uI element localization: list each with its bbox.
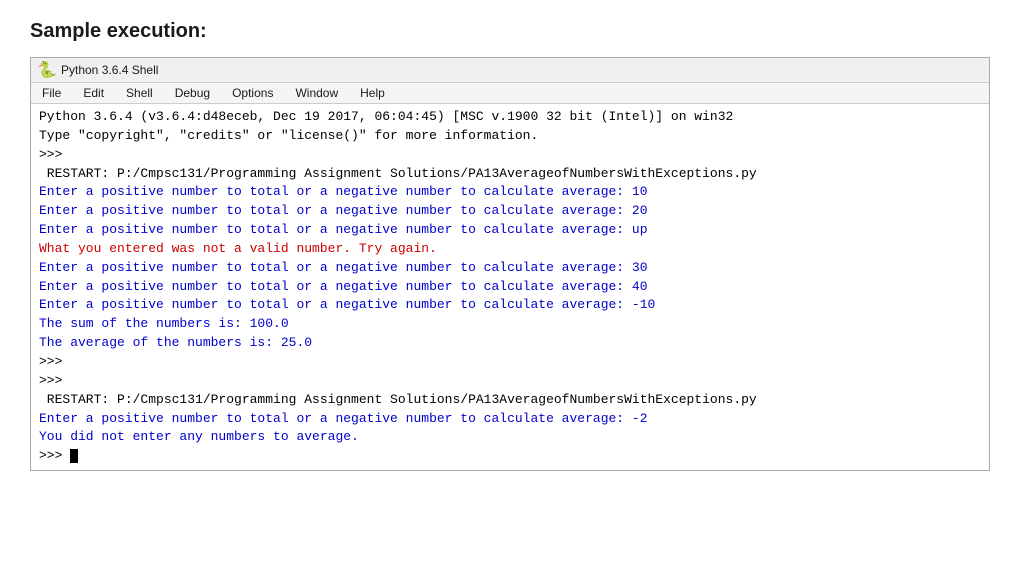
shell-line: Python 3.6.4 (v3.6.4:d48eceb, Dec 19 201… — [39, 108, 981, 127]
shell-line: Enter a positive number to total or a ne… — [39, 202, 981, 221]
shell-prompt: >>> — [39, 353, 981, 372]
menu-debug[interactable]: Debug — [172, 85, 213, 101]
shell-line: RESTART: P:/Cmpsc131/Programming Assignm… — [39, 391, 981, 410]
menu-window[interactable]: Window — [292, 85, 341, 101]
shell-line: The average of the numbers is: 25.0 — [39, 334, 981, 353]
menu-options[interactable]: Options — [229, 85, 276, 101]
menu-file[interactable]: File — [39, 85, 64, 101]
shell-line: Enter a positive number to total or a ne… — [39, 410, 981, 429]
page-title: Sample execution: — [30, 20, 994, 43]
shell-line: Enter a positive number to total or a ne… — [39, 221, 981, 240]
shell-line: You did not enter any numbers to average… — [39, 428, 981, 447]
shell-prompt: >>> — [39, 146, 981, 165]
shell-content: Python 3.6.4 (v3.6.4:d48eceb, Dec 19 201… — [31, 104, 989, 470]
python-icon: 🐍 — [39, 62, 55, 78]
menu-help[interactable]: Help — [357, 85, 388, 101]
shell-line: Enter a positive number to total or a ne… — [39, 296, 981, 315]
shell-line: Type "copyright", "credits" or "license(… — [39, 127, 981, 146]
title-bar-text: Python 3.6.4 Shell — [61, 63, 158, 77]
title-bar: 🐍 Python 3.6.4 Shell — [31, 58, 989, 83]
shell-line: RESTART: P:/Cmpsc131/Programming Assignm… — [39, 165, 981, 184]
shell-line: Enter a positive number to total or a ne… — [39, 183, 981, 202]
menu-bar: File Edit Shell Debug Options Window Hel… — [31, 83, 989, 104]
shell-line: The sum of the numbers is: 100.0 — [39, 315, 981, 334]
menu-edit[interactable]: Edit — [80, 85, 107, 101]
shell-prompt: >>> — [39, 372, 981, 391]
cursor — [70, 449, 78, 463]
menu-shell[interactable]: Shell — [123, 85, 156, 101]
shell-line-error: What you entered was not a valid number.… — [39, 240, 981, 259]
shell-line: Enter a positive number to total or a ne… — [39, 278, 981, 297]
shell-line: Enter a positive number to total or a ne… — [39, 259, 981, 278]
shell-prompt-active[interactable]: >>> — [39, 447, 981, 466]
shell-window: 🐍 Python 3.6.4 Shell File Edit Shell Deb… — [30, 57, 990, 471]
